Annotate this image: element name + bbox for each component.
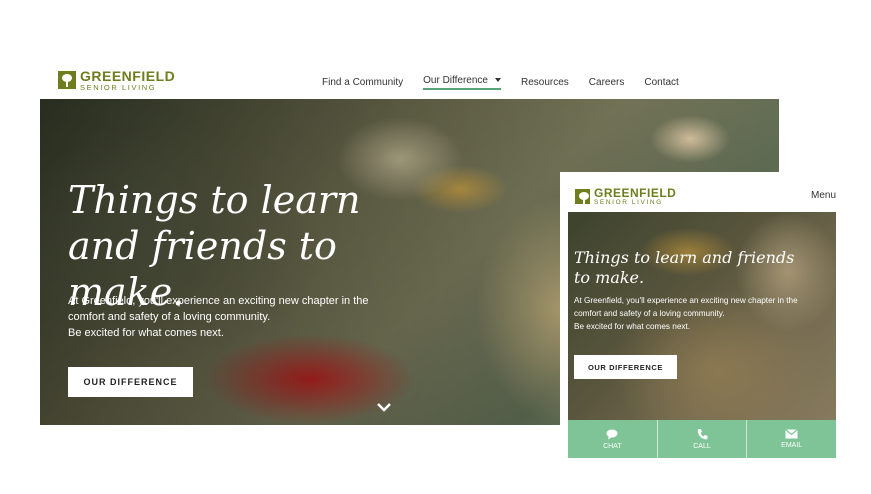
hero-body-line: comfort and safety of a loving community…	[574, 309, 725, 318]
hero-body-line: Be excited for what comes next.	[574, 322, 691, 331]
logo-tagline: SENIOR LIVING	[80, 83, 157, 92]
phone-icon	[697, 429, 707, 440]
email-label: EMAIL	[781, 442, 803, 449]
nav-our-difference-label: Our Difference	[423, 75, 488, 86]
chat-icon	[606, 429, 618, 439]
nav-contact[interactable]: Contact	[644, 77, 678, 88]
hero-body-line: Be excited for what comes next.	[68, 327, 224, 339]
our-difference-button[interactable]: OUR DIFFERENCE	[68, 367, 193, 397]
chat-button[interactable]: CHAT	[568, 420, 658, 458]
nav-our-difference[interactable]: Our Difference	[423, 75, 501, 90]
logo-name: GREENFIELD	[594, 186, 677, 200]
mobile-hero: Things to learn and friends to make. At …	[568, 212, 836, 420]
scroll-down-chevron-icon[interactable]	[376, 399, 392, 415]
mobile-menu-button[interactable]: Menu	[811, 190, 836, 201]
hero-body: At Greenfield, you'll experience an exci…	[574, 294, 836, 333]
main-nav: Find a Community Our Difference Resource…	[322, 75, 699, 90]
email-icon	[785, 429, 799, 439]
nav-find-a-community[interactable]: Find a Community	[322, 77, 403, 88]
greenfield-logo-mobile[interactable]: GREENFIELD SENIOR LIVING	[575, 187, 676, 207]
greenfield-logo[interactable]: GREENFIELD SENIOR LIVING	[58, 69, 175, 92]
tree-icon	[58, 71, 76, 90]
our-difference-button[interactable]: OUR DIFFERENCE	[574, 355, 677, 379]
hero-body-line: At Greenfield, you'll experience an exci…	[574, 296, 798, 305]
hero-title: Things to learn and friends to make.	[574, 248, 795, 287]
call-label: CALL	[693, 443, 711, 450]
mobile-header: GREENFIELD SENIOR LIVING Menu	[568, 182, 836, 212]
hero-body-line: comfort and safety of a loving community…	[68, 311, 271, 323]
hero-body-line: At Greenfield, you'll experience an exci…	[68, 295, 369, 307]
email-button[interactable]: EMAIL	[747, 420, 836, 458]
mobile-action-bar: CHAT CALL EMAIL	[568, 420, 836, 458]
desktop-header: GREENFIELD SENIOR LIVING Find a Communit…	[40, 62, 779, 99]
mobile-mockup: GREENFIELD SENIOR LIVING Menu Things to …	[560, 172, 843, 466]
nav-resources[interactable]: Resources	[521, 77, 569, 88]
logo-tagline: SENIOR LIVING	[594, 199, 663, 206]
tree-icon	[575, 189, 590, 206]
nav-careers[interactable]: Careers	[589, 77, 625, 88]
logo-name: GREENFIELD	[80, 68, 176, 84]
dropdown-caret-icon[interactable]	[494, 78, 501, 83]
call-button[interactable]: CALL	[658, 420, 748, 458]
hero-body: At Greenfield, you'll experience an exci…	[68, 293, 398, 341]
chat-label: CHAT	[603, 442, 622, 450]
